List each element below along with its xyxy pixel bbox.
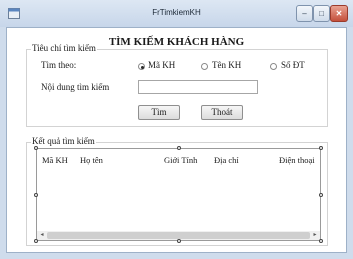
column-header-dien-thoai[interactable]: Điện thoại	[279, 155, 315, 165]
radio-ten-kh[interactable]	[201, 63, 208, 70]
resize-handle-top-left[interactable]	[34, 146, 38, 150]
find-button[interactable]: Tìm	[138, 105, 180, 120]
results-grid[interactable]: Mã KH Họ tên Giới Tính Địa chỉ Điện thoạ…	[36, 148, 321, 241]
search-content-input[interactable]	[138, 80, 258, 94]
resize-handle-middle-right[interactable]	[319, 193, 323, 197]
radio-ma-kh[interactable]	[138, 63, 145, 70]
close-button[interactable]: ✕	[330, 5, 348, 22]
maximize-button[interactable]: □	[313, 5, 330, 22]
radio-so-dt-label[interactable]: Số ĐT	[281, 60, 305, 70]
radio-so-dt[interactable]	[270, 63, 277, 70]
resize-handle-bottom-left[interactable]	[34, 239, 38, 243]
scroll-right-icon[interactable]: ▸	[310, 231, 320, 240]
form-window: FrTimkiemKH – □ ✕ TÌM KIẾM KHÁCH HÀNG Ti…	[0, 0, 353, 259]
results-group-legend: Kết quả tìm kiếm	[31, 136, 96, 146]
search-by-label: Tìm theo:	[41, 60, 77, 70]
column-header-ho-ten[interactable]: Họ tên	[80, 155, 103, 165]
minimize-button[interactable]: –	[296, 5, 313, 22]
column-header-gioi-tinh[interactable]: Giới Tính	[164, 155, 197, 165]
resize-handle-top-right[interactable]	[319, 146, 323, 150]
title-bar: FrTimkiemKH – □ ✕	[0, 0, 353, 27]
exit-button[interactable]: Thoát	[201, 105, 243, 120]
criteria-group-legend: Tiêu chí tìm kiếm	[31, 43, 97, 53]
column-header-dia-chi[interactable]: Địa chỉ	[214, 155, 239, 165]
column-header-ma-kh[interactable]: Mã KH	[42, 155, 68, 165]
resize-handle-middle-left[interactable]	[34, 193, 38, 197]
search-content-label: Nội dung tìm kiếm	[41, 82, 110, 92]
resize-handle-bottom-center[interactable]	[177, 239, 181, 243]
radio-ten-kh-label[interactable]: Tên KH	[212, 60, 241, 70]
resize-handle-bottom-right[interactable]	[319, 239, 323, 243]
scroll-left-icon[interactable]: ◂	[37, 231, 47, 240]
resize-handle-top-center[interactable]	[177, 146, 181, 150]
scrollbar-thumb[interactable]	[47, 232, 310, 239]
radio-ma-kh-label[interactable]: Mã KH	[148, 60, 175, 70]
